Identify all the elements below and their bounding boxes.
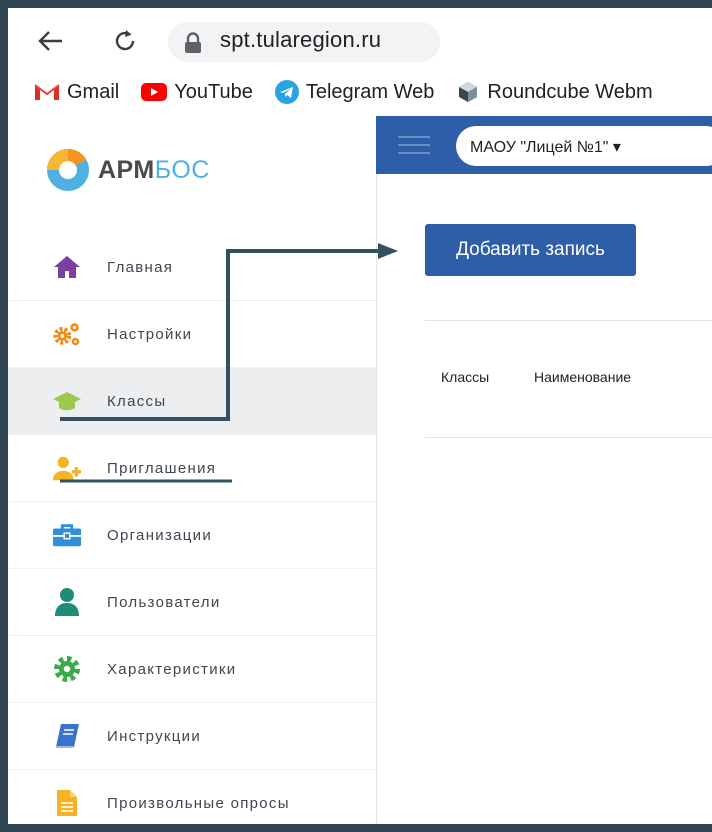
app-logo[interactable]: АРМБОС xyxy=(44,146,210,194)
bookmark-telegram[interactable]: Telegram Web xyxy=(274,80,435,104)
sidebar-item-label: Приглашения xyxy=(107,459,217,477)
gmail-icon xyxy=(34,84,60,100)
back-button[interactable] xyxy=(36,26,66,56)
roundcube-icon xyxy=(459,82,478,102)
graduation-cap-icon xyxy=(52,386,82,416)
logo-icon xyxy=(47,148,89,191)
bookmark-label: Telegram Web xyxy=(305,80,435,103)
sidebar-item-users[interactable]: Пользователи xyxy=(8,569,376,636)
gear-icon xyxy=(52,654,82,684)
lock-icon xyxy=(185,32,201,53)
divider xyxy=(425,437,712,438)
logo-text-part2: БОС xyxy=(154,155,210,184)
briefcase-icon xyxy=(52,520,82,550)
organization-select-value: МАОУ "Лицей №1" ▾ xyxy=(470,137,621,157)
sidebar-item-label: Инструкции xyxy=(107,727,202,745)
document-icon xyxy=(52,788,82,818)
book-icon xyxy=(52,721,82,751)
bookmark-youtube[interactable]: YouTube xyxy=(141,81,253,104)
sidebar-item-invitations[interactable]: Приглашения xyxy=(8,435,376,502)
user-plus-icon xyxy=(52,453,82,483)
sidebar-item-characteristics[interactable]: Характеристики xyxy=(8,636,376,703)
bookmarks-bar: Gmail YouTube Telegram Web Roundcube Web… xyxy=(34,80,675,104)
reload-icon xyxy=(115,30,135,51)
home-icon xyxy=(52,252,82,282)
column-header-name[interactable]: Наименование xyxy=(534,369,631,385)
sidebar-item-label: Пользователи xyxy=(107,593,221,611)
bookmark-label: Gmail xyxy=(67,80,120,103)
telegram-icon xyxy=(274,80,299,104)
user-icon xyxy=(52,587,82,617)
sidebar-item-home[interactable]: Главная xyxy=(8,234,376,301)
url-text[interactable]: spt.tularegion.ru xyxy=(220,27,381,53)
logo-text-part1: АРМ xyxy=(98,155,155,184)
sidebar: АРМБОС Главная Настройки Классы Приглаше… xyxy=(8,116,377,824)
sidebar-item-label: Произвольные опросы xyxy=(107,794,290,812)
top-bar: МАОУ "Лицей №1" ▾ xyxy=(376,116,712,174)
sidebar-item-classes[interactable]: Классы xyxy=(8,368,376,435)
sidebar-item-label: Классы xyxy=(107,392,167,410)
bookmark-label: Roundcube Webm xyxy=(487,80,653,103)
sidebar-item-label: Настройки xyxy=(107,325,193,343)
organization-select[interactable]: МАОУ "Лицей №1" ▾ xyxy=(456,126,712,166)
column-header-classes[interactable]: Классы xyxy=(441,369,489,385)
divider xyxy=(425,320,712,321)
sidebar-item-instructions[interactable]: Инструкции xyxy=(8,703,376,770)
sidebar-item-organizations[interactable]: Организации xyxy=(8,502,376,569)
browser-chrome: spt.tularegion.ru Gmail YouTube Telegram… xyxy=(8,8,712,116)
sidebar-item-custom-surveys[interactable]: Произвольные опросы xyxy=(8,770,376,824)
menu-toggle-icon[interactable] xyxy=(398,136,430,154)
sidebar-menu: Главная Настройки Классы Приглашения Орг… xyxy=(8,234,376,824)
sidebar-item-settings[interactable]: Настройки xyxy=(8,301,376,368)
gears-icon xyxy=(52,319,82,349)
add-record-button[interactable]: Добавить запись xyxy=(425,224,636,276)
bookmark-roundcube[interactable]: Roundcube Webm xyxy=(456,80,653,104)
sidebar-item-label: Характеристики xyxy=(107,660,237,678)
youtube-icon xyxy=(141,83,168,101)
sidebar-item-label: Организации xyxy=(107,526,213,544)
organization-name: МАОУ "Лицей №1" xyxy=(470,139,609,156)
browser-window: spt.tularegion.ru Gmail YouTube Telegram… xyxy=(8,8,712,824)
caret-down-icon: ▾ xyxy=(608,139,621,156)
reload-button[interactable] xyxy=(110,26,140,56)
back-arrow-icon xyxy=(38,31,62,51)
bookmark-label: YouTube xyxy=(174,80,253,103)
sidebar-item-label: Главная xyxy=(107,258,174,276)
logo-text: АРМБОС xyxy=(98,156,210,185)
bookmark-gmail[interactable]: Gmail xyxy=(34,81,119,104)
